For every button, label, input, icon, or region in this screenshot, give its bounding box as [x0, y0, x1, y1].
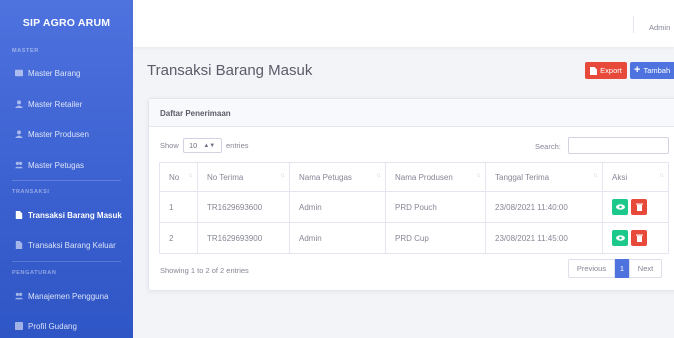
export-button[interactable]: Export	[585, 62, 627, 79]
card-header: Daftar Penerimaan	[149, 99, 674, 127]
table-header-row: No ↑↓ No Terima ↑↓ Nama Petugas ↑↓ Nama Pro…	[159, 162, 669, 192]
table-info: Showing 1 to 2 of 2 entries	[160, 266, 249, 275]
eye-icon	[615, 204, 625, 210]
file-icon	[590, 66, 598, 75]
users-icon	[15, 161, 23, 169]
user-icon	[15, 130, 23, 138]
search-label: Search:	[535, 142, 561, 151]
trash-icon	[635, 234, 643, 242]
cell-no: 1	[159, 191, 198, 223]
section-pengaturan: PENGATURAN	[12, 270, 57, 276]
topbar-divider	[633, 16, 634, 33]
delete-button[interactable]	[631, 199, 647, 215]
add-label: Tambah	[643, 66, 671, 75]
sidebar-item-label: Master Produsen	[28, 129, 89, 139]
document-icon	[15, 211, 23, 219]
show-label: Show	[160, 141, 179, 150]
sidebar-item-label: Transaksi Barang Masuk	[28, 210, 122, 220]
sidebar-item-label: Master Petugas	[28, 160, 85, 170]
topbar: Admin	[133, 0, 674, 47]
grid-icon	[15, 69, 23, 77]
sort-icon: ↑↓	[659, 173, 664, 179]
pagination-previous[interactable]: Previous	[568, 259, 615, 278]
updown-icon: ▲▼	[203, 142, 216, 149]
sidebar-item-transaksi-masuk[interactable]: Transaksi Barang Masuk	[0, 203, 133, 227]
sidebar-item-master-barang[interactable]: Master Barang	[0, 61, 133, 85]
column-header-aksi[interactable]: Aksi ↑↓	[602, 162, 669, 192]
export-label: Export	[600, 66, 622, 75]
sort-icon: ↑↓	[188, 173, 193, 179]
card-title: Daftar Penerimaan	[160, 109, 231, 118]
cell-tanggal: 23/08/2021 11:45:00	[485, 222, 603, 254]
user-icon	[15, 100, 23, 108]
sidebar-item-manajemen-pengguna[interactable]: Manajemen Pengguna	[0, 284, 133, 308]
trash-icon	[635, 203, 643, 211]
sidebar-item-transaksi-keluar[interactable]: Transaksi Barang Keluar	[0, 233, 133, 257]
sidebar-item-label: Transaksi Barang Keluar	[28, 240, 116, 250]
cell-produsen: PRD Cup	[385, 222, 486, 254]
sidebar-item-profil-gudang[interactable]: Profil Gudang	[0, 314, 133, 338]
entries-select[interactable]: 10 ▲▼	[183, 138, 222, 153]
page-title: Transaksi Barang Masuk	[147, 62, 313, 79]
receipts-table: No ↑↓ No Terima ↑↓ Nama Petugas ↑↓ Nama Pro…	[159, 162, 669, 254]
section-master: MASTER	[12, 48, 39, 54]
cell-aksi	[602, 191, 669, 223]
table-row: 2 TR1629693900 Admin PRD Cup 23/08/2021 …	[159, 222, 669, 254]
cell-petugas: Admin	[289, 191, 386, 223]
plus-icon: +	[634, 64, 641, 76]
user-menu[interactable]: Admin	[649, 23, 670, 32]
delete-button[interactable]	[631, 230, 647, 246]
view-button[interactable]	[612, 230, 628, 246]
pagination-page-1[interactable]: 1	[615, 259, 629, 278]
sidebar-item-label: Master Retailer	[28, 99, 83, 109]
table-row: 1 TR1629693600 Admin PRD Pouch 23/08/202…	[159, 191, 669, 223]
column-header-nama-petugas[interactable]: Nama Petugas ↑↓	[289, 162, 386, 192]
cell-aksi	[602, 222, 669, 254]
section-transaksi: TRANSAKSI	[12, 189, 50, 195]
entries-label: entries	[226, 141, 249, 150]
sort-icon: ↑↓	[280, 173, 285, 179]
sidebar: SIP AGRO ARUM MASTER Master Barang Maste…	[0, 0, 133, 338]
eye-icon	[615, 235, 625, 241]
column-header-tanggal-terima[interactable]: Tanggal Terima ↑↓	[485, 162, 603, 192]
sidebar-brand[interactable]: SIP AGRO ARUM	[0, 0, 133, 46]
column-header-no[interactable]: No ↑↓	[159, 162, 198, 192]
sidebar-item-label: Master Barang	[28, 68, 81, 78]
sidebar-item-label: Profil Gudang	[28, 321, 77, 331]
entries-select-value: 10	[189, 141, 198, 150]
view-button[interactable]	[612, 199, 628, 215]
column-header-nama-produsen[interactable]: Nama Produsen ↑↓	[385, 162, 486, 192]
column-header-no-terima[interactable]: No Terima ↑↓	[197, 162, 290, 192]
sidebar-divider	[12, 180, 121, 181]
add-button[interactable]: + Tambah	[630, 62, 674, 79]
sort-icon: ↑↓	[476, 173, 481, 179]
sidebar-item-label: Manajemen Pengguna	[28, 291, 109, 301]
pagination: Previous 1 Next	[568, 259, 662, 278]
cell-no-terima: TR1629693600	[197, 191, 290, 223]
sort-icon: ↑↓	[593, 173, 598, 179]
sidebar-item-master-retailer[interactable]: Master Retailer	[0, 92, 133, 116]
search-input[interactable]	[568, 137, 669, 154]
sidebar-item-master-produsen[interactable]: Master Produsen	[0, 122, 133, 146]
document-icon	[15, 241, 23, 249]
receipts-card: Daftar Penerimaan Show 10 ▲▼ entries Sea…	[148, 98, 674, 291]
cell-produsen: PRD Pouch	[385, 191, 486, 223]
cell-no-terima: TR1629693900	[197, 222, 290, 254]
cell-tanggal: 23/08/2021 11:40:00	[485, 191, 603, 223]
cell-petugas: Admin	[289, 222, 386, 254]
list-icon	[15, 322, 23, 330]
pagination-next[interactable]: Next	[629, 259, 662, 278]
sidebar-item-master-petugas[interactable]: Master Petugas	[0, 153, 133, 177]
sort-icon: ↑↓	[376, 173, 381, 179]
sidebar-divider	[12, 261, 121, 262]
cell-no: 2	[159, 222, 198, 254]
users-icon	[15, 292, 23, 300]
